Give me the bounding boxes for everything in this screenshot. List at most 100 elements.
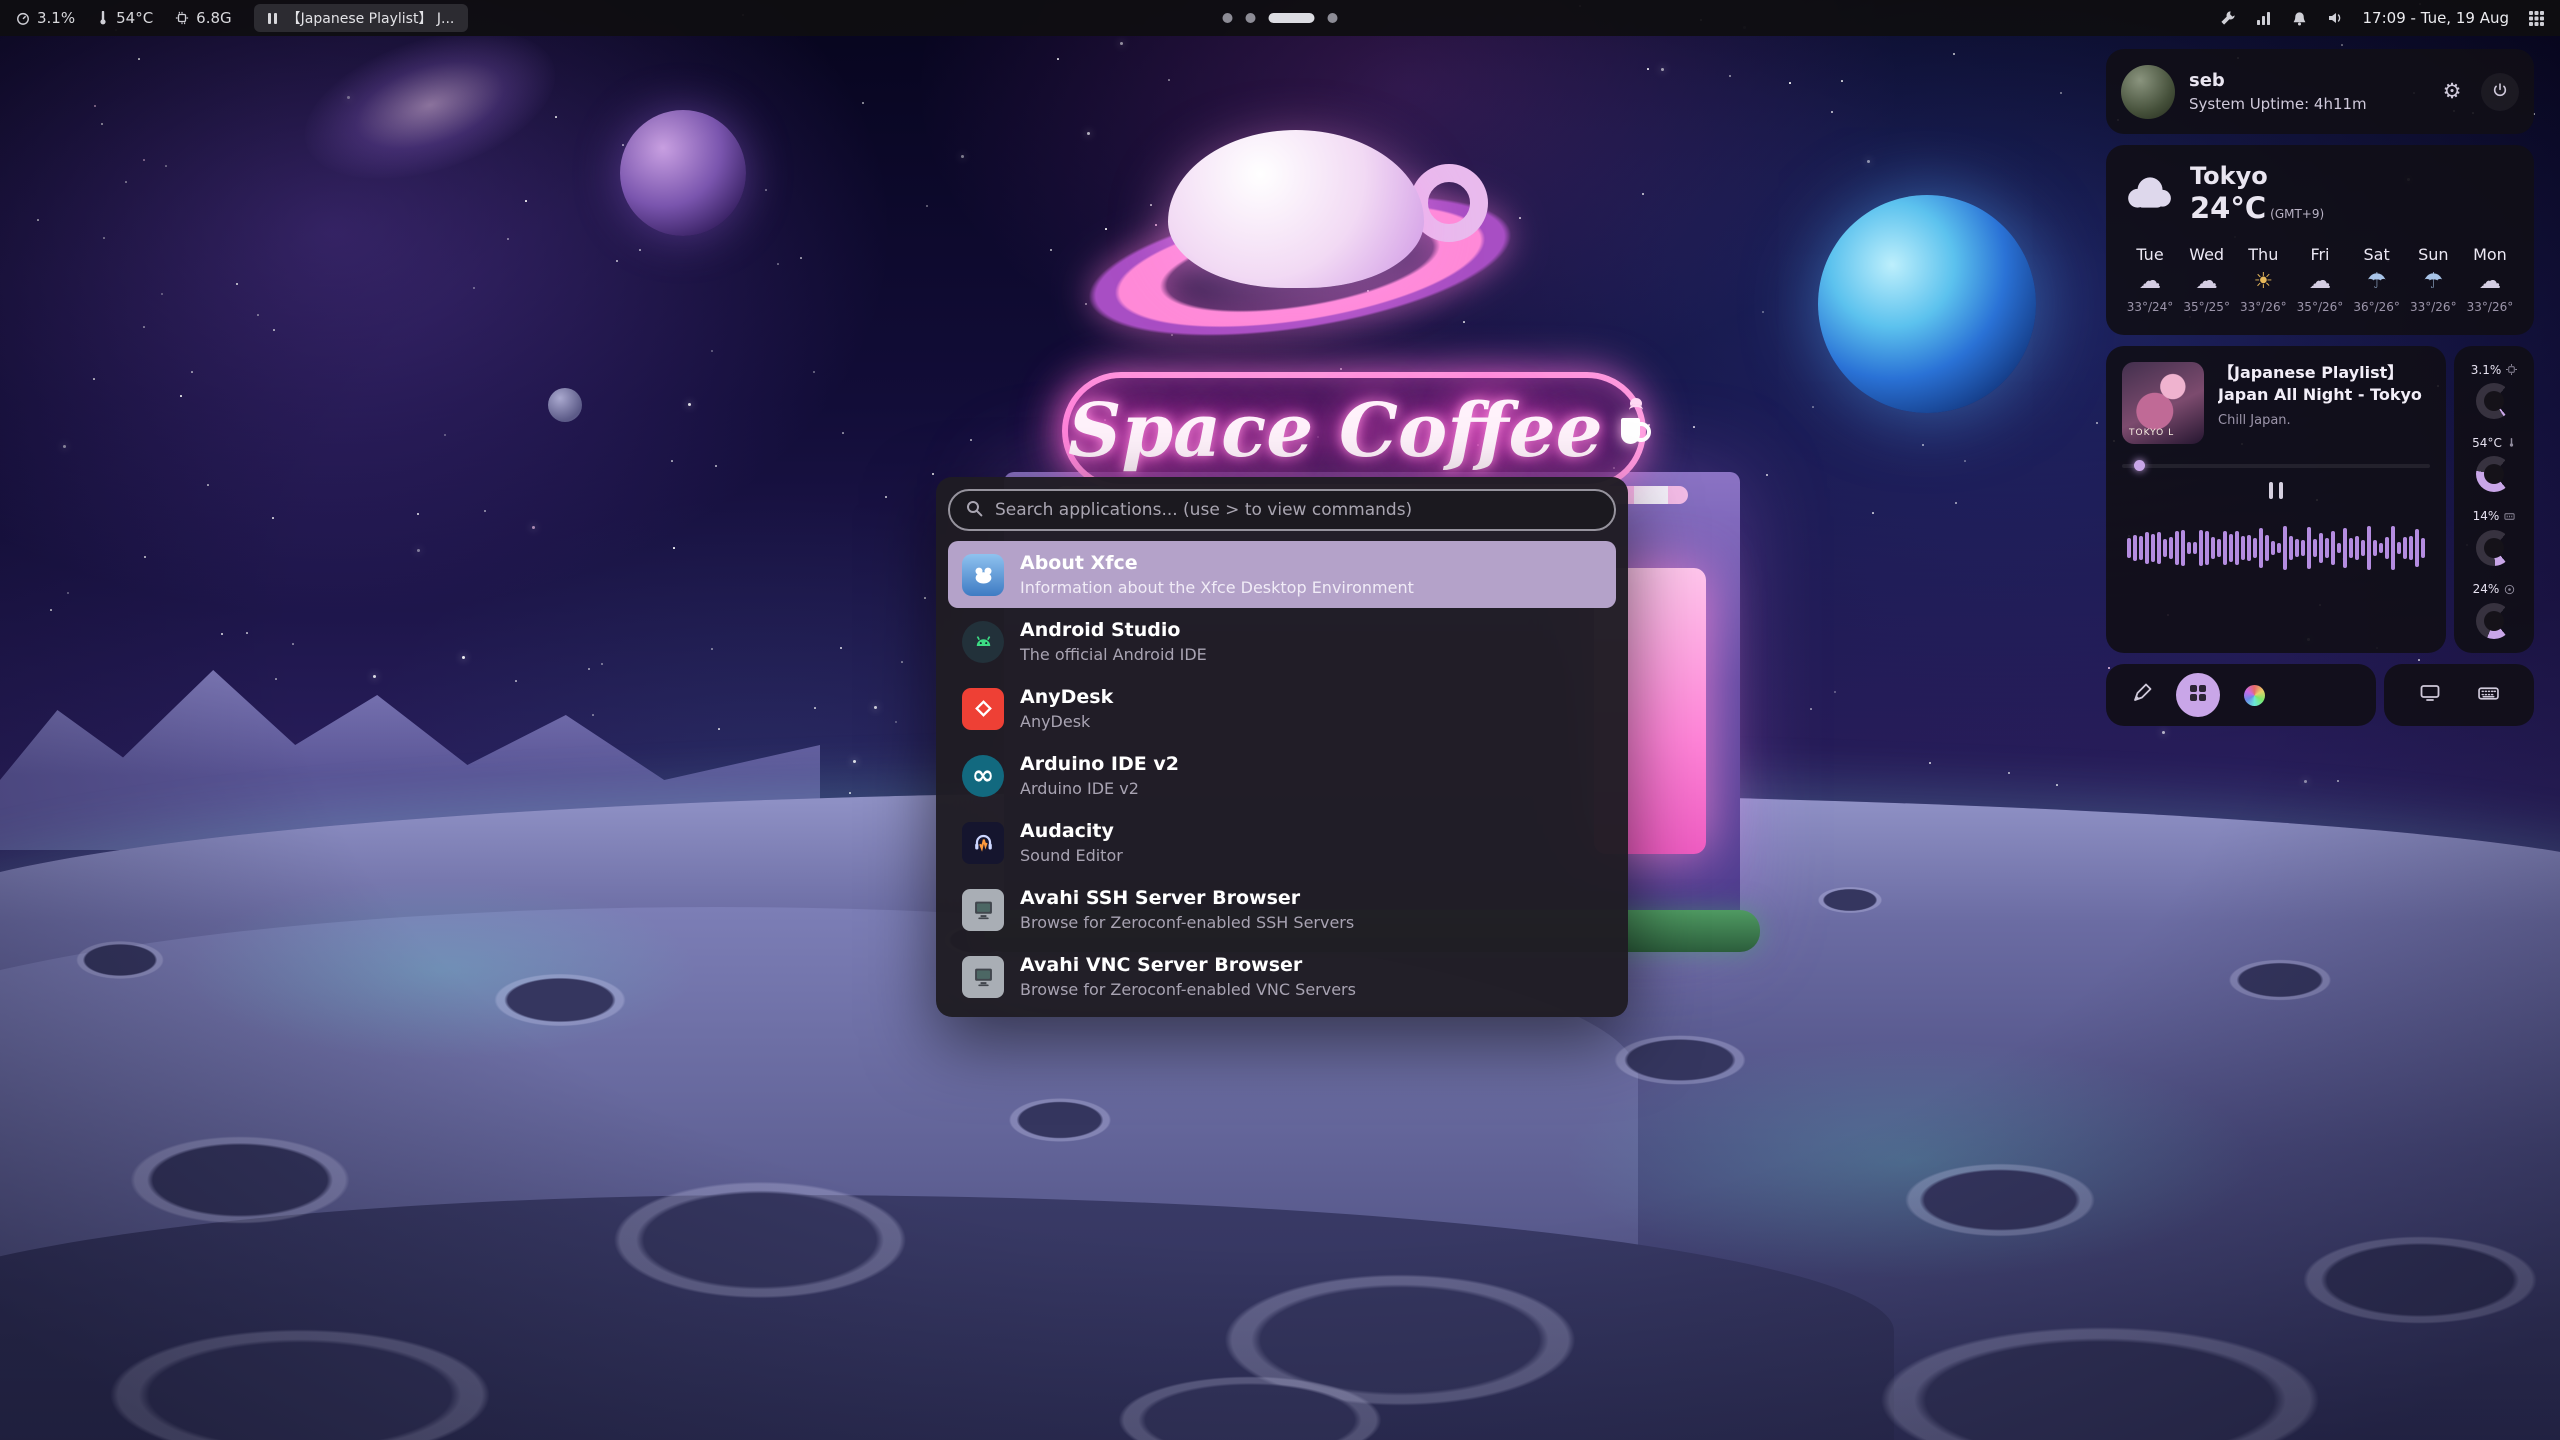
album-label: TOKYO L	[2129, 428, 2174, 438]
forecast-temps: 35°/26°	[2297, 300, 2344, 314]
app-description: Information about the Xfce Desktop Envir…	[1020, 578, 1414, 597]
quick-actions-panel	[2106, 664, 2376, 726]
media-pause-button[interactable]	[2122, 482, 2430, 499]
forecast-day: Sun	[2418, 245, 2448, 264]
anydesk-app-icon	[962, 688, 1004, 730]
search-bar	[948, 489, 1616, 531]
media-player-panel: TOKYO L 【Japanese Playlist】 Japan All Ni…	[2106, 346, 2446, 653]
forecast-thu: Thu☀33°/26°	[2237, 245, 2289, 314]
app-row-avahi-ssh-server-browser[interactable]: Avahi SSH Server BrowserBrowse for Zeroc…	[948, 876, 1616, 943]
power-button[interactable]	[2481, 73, 2519, 111]
forecast-temps: 33°/24°	[2127, 300, 2174, 314]
grid-icon	[2189, 684, 2207, 706]
user-panel: seb System Uptime: 4h11m ⚙	[2106, 49, 2534, 134]
arduino-app-icon: ∞	[962, 755, 1004, 797]
app-description: The official Android IDE	[1020, 645, 1207, 664]
workspace-indicator	[1223, 0, 1338, 36]
weather-temp: 24°C	[2190, 191, 2266, 225]
forecast-fri: Fri☁35°/26°	[2294, 245, 2346, 314]
clock[interactable]: 17:09 - Tue, 19 Aug	[2363, 9, 2509, 27]
app-row-about-xfce[interactable]: About XfceInformation about the Xfce Des…	[948, 541, 1616, 608]
music-widget-label: 【Japanese Playlist】 J...	[287, 8, 455, 28]
cpu-stat: 3.1%	[16, 9, 75, 27]
workspace-3-active[interactable]	[1269, 13, 1315, 23]
forecast-tue: Tue☁33°/24°	[2124, 245, 2176, 314]
search-icon	[966, 500, 983, 521]
app-grid-icon[interactable]	[2529, 11, 2544, 26]
app-title: Arduino IDE v2	[1020, 753, 1179, 776]
server-app-icon	[962, 889, 1004, 931]
gauge-value: 24%	[2473, 582, 2500, 596]
device-actions-panel	[2384, 664, 2534, 726]
progress-handle[interactable]	[2134, 460, 2145, 471]
system-uptime: System Uptime: 4h11m	[2189, 95, 2367, 113]
network-icon[interactable]	[2256, 10, 2272, 26]
sidebar: seb System Uptime: 4h11m ⚙ Tokyo 24°C(GM…	[2106, 49, 2534, 726]
workspace-1[interactable]	[1223, 13, 1233, 23]
display-icon	[2420, 683, 2440, 707]
ram-gauge: 14%	[2460, 507, 2528, 566]
disk-mini-icon	[2504, 580, 2515, 599]
audacity-app-icon	[962, 822, 1004, 864]
gauge-arc	[2476, 383, 2512, 419]
app-title: Avahi VNC Server Browser	[1020, 954, 1356, 977]
gauge-arc	[2476, 603, 2512, 639]
cpu-gauge-icon	[16, 11, 30, 25]
cloud-icon: ☁	[2196, 271, 2218, 293]
temp-stat: 54°C	[97, 9, 153, 27]
search-input[interactable]	[995, 500, 1598, 520]
settings-button[interactable]: ⚙	[2433, 73, 2471, 111]
memory-chip-icon	[175, 11, 189, 25]
forecast-day: Mon	[2473, 245, 2507, 264]
palette-icon	[2244, 685, 2265, 706]
thermometer-icon	[97, 11, 109, 25]
android-app-icon	[962, 621, 1004, 663]
temp-value: 54°C	[116, 9, 153, 27]
workspace-4[interactable]	[1328, 13, 1338, 23]
disk-gauge: 24%	[2460, 580, 2528, 639]
ram-mini-icon	[2504, 507, 2515, 526]
app-title: AnyDesk	[1020, 686, 1113, 709]
forecast-temps: 33°/26°	[2410, 300, 2457, 314]
app-launcher: About XfceInformation about the Xfce Des…	[936, 477, 1628, 1017]
sun-icon: ☀	[2253, 271, 2273, 293]
forecast-mon: Mon☁33°/26°	[2464, 245, 2516, 314]
forecast-row: Tue☁33°/24°Wed☁35°/25°Thu☀33°/26°Fri☁35°…	[2124, 245, 2516, 314]
app-row-anydesk[interactable]: AnyDesk AnyDesk	[948, 675, 1616, 742]
cloud-icon: ☁	[2139, 271, 2161, 293]
gauge-arc	[2476, 456, 2512, 492]
tools-icon[interactable]	[2220, 10, 2236, 26]
app-row-avahi-vnc-server-browser[interactable]: Avahi VNC Server Browser Browse for Zeroc…	[948, 943, 1616, 1005]
keyboard-button[interactable]	[2466, 673, 2510, 717]
system-stats: 3.1% 54°C 6.8G 【Japanese Playlist】 J...	[16, 4, 468, 32]
track-progress-bar[interactable]	[2122, 464, 2430, 468]
app-description: Browse for Zeroconf-enabled VNC Servers	[1020, 980, 1356, 999]
rain-icon: ☂	[2423, 271, 2443, 293]
display-button[interactable]	[2408, 673, 2452, 717]
cloud-icon: ☁	[2309, 271, 2331, 293]
system-gauges-panel: 3.1%54°C14%24%	[2454, 346, 2534, 653]
pen-button[interactable]	[2120, 673, 2164, 717]
volume-icon[interactable]	[2327, 10, 2343, 26]
track-subtitle: Chill Japan.	[2218, 413, 2430, 428]
track-title: 【Japanese Playlist】 Japan All Night - To…	[2218, 362, 2430, 406]
workspace-2[interactable]	[1246, 13, 1256, 23]
rain-icon: ☂	[2367, 271, 2387, 293]
music-widget[interactable]: 【Japanese Playlist】 J...	[254, 4, 469, 32]
app-title: Audacity	[1020, 820, 1123, 843]
cloud-icon: ☁	[2479, 271, 2501, 293]
app-row-android-studio[interactable]: Android StudioThe official Android IDE	[948, 608, 1616, 675]
app-description: AnyDesk	[1020, 712, 1113, 731]
weather-city: Tokyo	[2190, 163, 2324, 191]
app-row-arduino-ide-v2[interactable]: ∞Arduino IDE v2Arduino IDE v2	[948, 742, 1616, 809]
app-launcher-button[interactable]	[2176, 673, 2220, 717]
color-picker-button[interactable]	[2232, 673, 2276, 717]
app-row-audacity[interactable]: AudacitySound Editor	[948, 809, 1616, 876]
weather-panel: Tokyo 24°C(GMT+9) Tue☁33°/24°Wed☁35°/25°…	[2106, 145, 2534, 335]
bell-icon[interactable]	[2292, 11, 2307, 26]
gauge-value: 14%	[2473, 509, 2500, 523]
gauge-arc	[2476, 530, 2512, 566]
forecast-temps: 36°/26°	[2353, 300, 2400, 314]
cloud-icon	[2124, 175, 2174, 213]
avatar[interactable]	[2121, 65, 2175, 119]
